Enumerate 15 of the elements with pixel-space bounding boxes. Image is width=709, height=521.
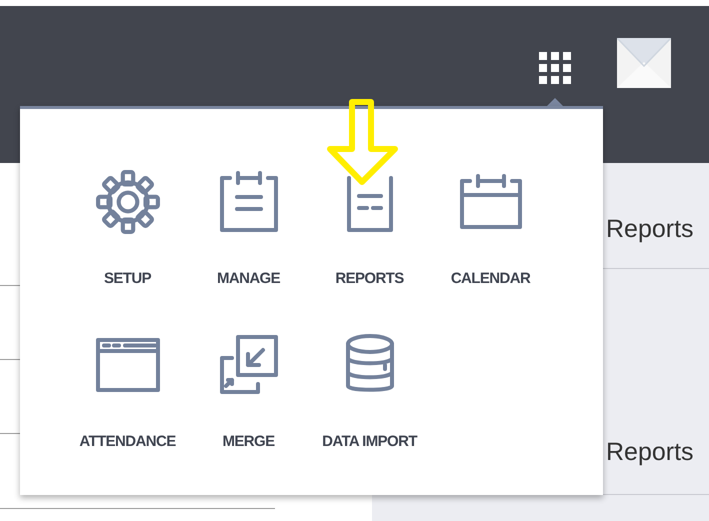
- menu-item[interactable]: CALENDAR: [430, 167, 551, 287]
- section-heading: Reports: [606, 214, 695, 245]
- menu-item[interactable]: SETUP: [67, 167, 188, 287]
- menu-item[interactable]: ATTENDANCE: [67, 330, 188, 450]
- menu-item[interactable]: REPORTS: [309, 167, 430, 287]
- menu-item[interactable]: DATA IMPORT: [309, 330, 430, 450]
- menu-item[interactable]: MANAGE: [188, 167, 309, 287]
- window-icon: [94, 336, 160, 392]
- merge-icon: [218, 334, 280, 396]
- menu-item[interactable]: MERGE: [188, 330, 309, 450]
- calendar-icon: [458, 172, 524, 230]
- section-heading: Reports: [606, 437, 695, 468]
- gear-icon: [94, 168, 160, 234]
- down-arrow-icon: [325, 99, 401, 185]
- clipboard-icon: [218, 170, 280, 234]
